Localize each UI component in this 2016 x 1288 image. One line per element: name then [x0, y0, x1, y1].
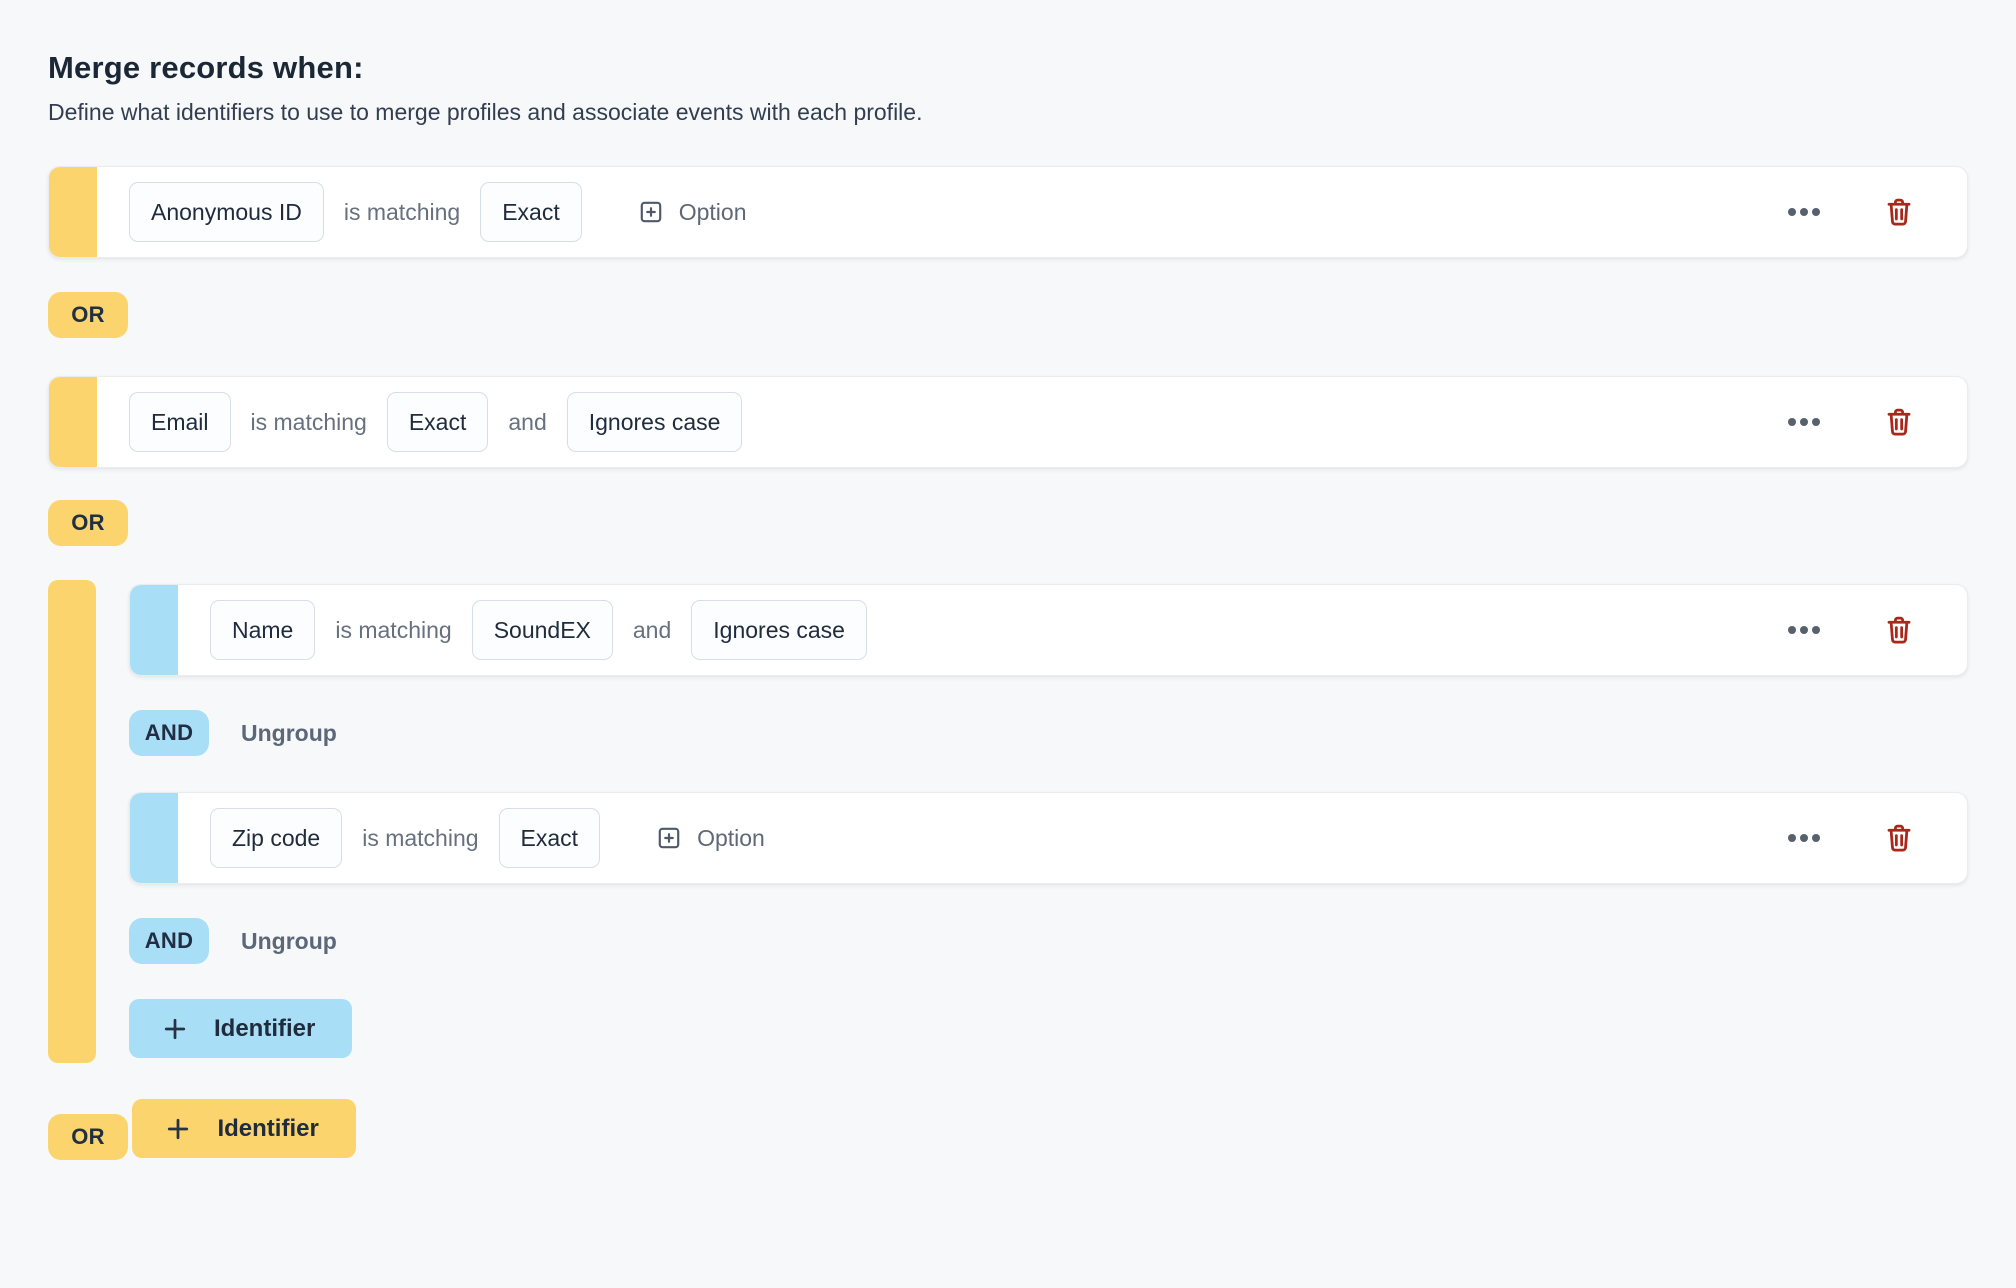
rule-row-content: Name is matching SoundEX and Ignores cas… — [178, 600, 1967, 660]
ellipsis-icon — [1787, 207, 1821, 217]
more-menu-button[interactable] — [1783, 621, 1825, 639]
add-option-icon — [638, 199, 664, 225]
plus-icon — [163, 1114, 193, 1144]
method-chip[interactable]: Exact — [499, 808, 601, 868]
group-content: Name is matching SoundEX and Ignores cas… — [129, 584, 1968, 1058]
ellipsis-icon — [1787, 417, 1821, 427]
add-option-button[interactable]: Option — [638, 199, 747, 226]
identifier-chip[interactable]: Email — [129, 392, 231, 452]
method-chip[interactable]: SoundEX — [472, 600, 613, 660]
rule-row-email: Email is matching Exact and Ignores case — [48, 376, 1968, 468]
rule-row-name: Name is matching SoundEX and Ignores cas… — [129, 584, 1968, 676]
operator-label: is matching — [344, 199, 460, 226]
rule-row-content: Zip code is matching Exact Option — [178, 808, 1967, 868]
row-actions — [1783, 191, 1919, 233]
row-actions — [1783, 401, 1919, 443]
operator-label: is matching — [335, 617, 451, 644]
conjunction-label: and — [633, 617, 671, 644]
rule-row-anonymous-id: Anonymous ID is matching Exact Option — [48, 166, 1968, 258]
or-connector-badge: OR — [48, 1114, 128, 1160]
operator-label: is matching — [251, 409, 367, 436]
more-menu-button[interactable] — [1783, 829, 1825, 847]
add-option-label: Option — [679, 199, 747, 226]
add-identifier-button[interactable]: Identifier — [132, 1099, 355, 1158]
ungroup-button[interactable]: Ungroup — [241, 928, 337, 955]
more-menu-button[interactable] — [1783, 203, 1825, 221]
rule-color-bar — [130, 793, 178, 883]
rule-color-bar — [49, 377, 97, 467]
trash-icon — [1883, 405, 1915, 439]
conjunction-label: and — [508, 409, 546, 436]
add-identifier-group-button[interactable]: Identifier — [129, 999, 352, 1058]
and-connector-line: AND Ungroup — [129, 710, 1968, 756]
and-connector-line: AND Ungroup — [129, 918, 1968, 964]
operator-label: is matching — [362, 825, 478, 852]
page-title: Merge records when: — [48, 50, 1968, 86]
rule-color-bar — [49, 167, 97, 257]
rule-row-content: Email is matching Exact and Ignores case — [97, 392, 1967, 452]
delete-rule-button[interactable] — [1879, 191, 1919, 233]
modifier-chip[interactable]: Ignores case — [567, 392, 743, 452]
row-actions — [1783, 817, 1919, 859]
more-menu-button[interactable] — [1783, 413, 1825, 431]
merge-rules-panel: Merge records when: Define what identifi… — [0, 0, 2016, 1160]
add-option-label: Option — [697, 825, 765, 852]
page-subtitle: Define what identifiers to use to merge … — [48, 99, 1968, 126]
delete-rule-button[interactable] — [1879, 609, 1919, 651]
ellipsis-icon — [1787, 833, 1821, 843]
identifier-chip[interactable]: Zip code — [210, 808, 342, 868]
rule-color-bar — [130, 585, 178, 675]
rule-group: Name is matching SoundEX and Ignores cas… — [48, 580, 1968, 1063]
identifier-chip[interactable]: Name — [210, 600, 315, 660]
plus-icon — [160, 1014, 190, 1044]
trash-icon — [1883, 195, 1915, 229]
group-color-bar — [48, 580, 96, 1063]
trash-icon — [1883, 613, 1915, 647]
trash-icon — [1883, 821, 1915, 855]
or-connector-badge: OR — [48, 500, 128, 546]
row-actions — [1783, 609, 1919, 651]
add-option-button[interactable]: Option — [656, 825, 765, 852]
and-connector-badge: AND — [129, 710, 209, 756]
modifier-chip[interactable]: Ignores case — [691, 600, 867, 660]
add-identifier-label: Identifier — [214, 1015, 315, 1043]
identifier-chip[interactable]: Anonymous ID — [129, 182, 324, 242]
rule-row-zip-code: Zip code is matching Exact Option — [129, 792, 1968, 884]
method-chip[interactable]: Exact — [387, 392, 489, 452]
and-connector-badge: AND — [129, 918, 209, 964]
delete-rule-button[interactable] — [1879, 817, 1919, 859]
or-connector-badge: OR — [48, 292, 128, 338]
add-option-icon — [656, 825, 682, 851]
add-identifier-label: Identifier — [217, 1115, 318, 1143]
ungroup-button[interactable]: Ungroup — [241, 720, 337, 747]
rule-row-content: Anonymous ID is matching Exact Option — [97, 182, 1967, 242]
delete-rule-button[interactable] — [1879, 401, 1919, 443]
ellipsis-icon — [1787, 625, 1821, 635]
method-chip[interactable]: Exact — [480, 182, 582, 242]
